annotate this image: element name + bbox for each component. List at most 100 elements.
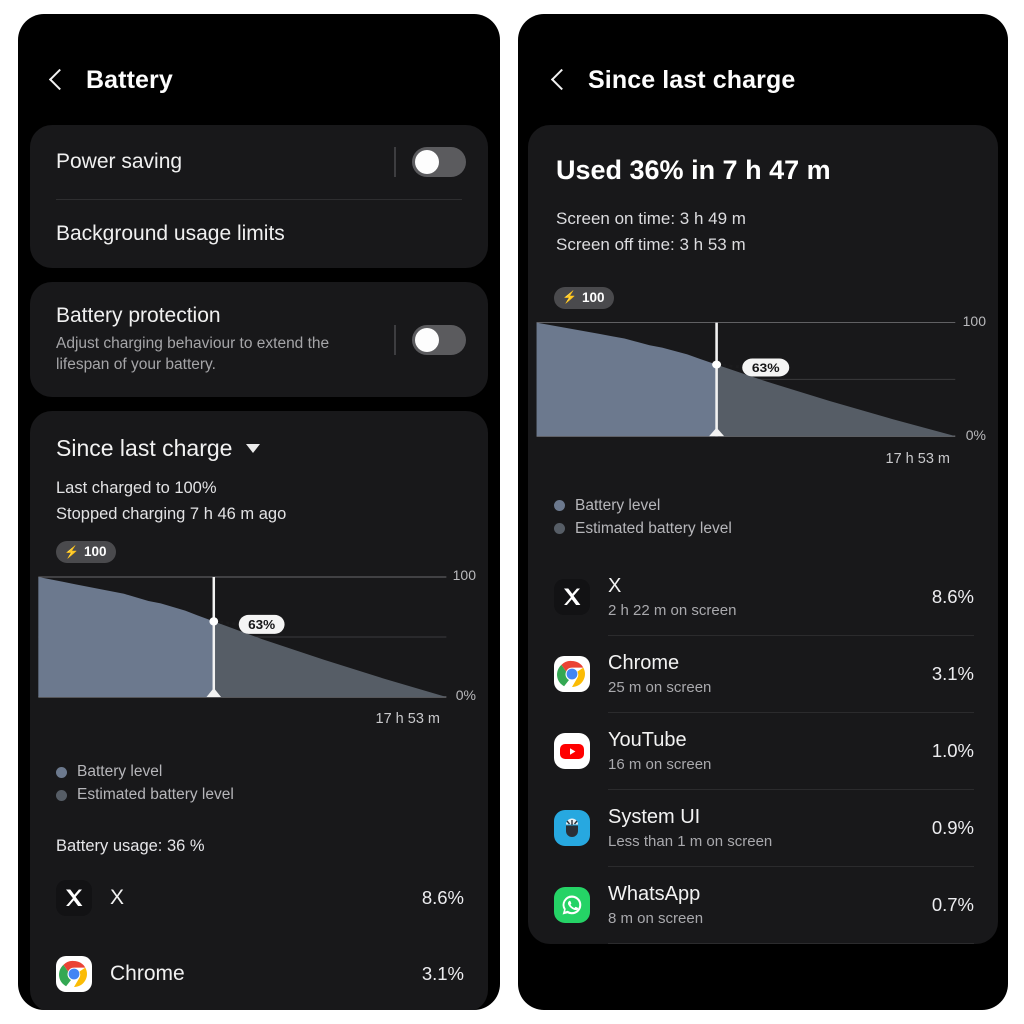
- app-row-text: Chrome: [110, 962, 404, 986]
- chart-area: 63% 100 0% 17 h 53 m: [30, 567, 488, 727]
- app-screen-time: 16 m on screen: [608, 755, 712, 773]
- setting-row-power-saving[interactable]: Power saving: [30, 125, 488, 199]
- settings-card: Power saving Background usage limits: [30, 125, 488, 268]
- app-usage-row[interactable]: WhatsApp 8 m on screen 0.7%: [528, 867, 998, 943]
- toggle-divider: [394, 324, 396, 355]
- app-row-text: System UI Less than 1 m on screen: [608, 806, 914, 850]
- chart-legend: Battery level Estimated battery level: [30, 745, 488, 815]
- app-battery-percent: 0.7%: [931, 893, 974, 915]
- app-row-text: YouTube 16 m on screen: [608, 729, 914, 773]
- legend-label: Battery level: [77, 763, 163, 781]
- setting-label: Background usage limits: [56, 222, 285, 245]
- app-name: X: [608, 574, 622, 597]
- right-app-list: X 2 h 22 m on screen 8.6% Chrome 25 m on scr…: [528, 559, 998, 944]
- chart-legend: Battery level Estimated battery level: [528, 479, 998, 549]
- legend-item: Estimated battery level: [56, 786, 488, 804]
- legend-item: Estimated battery level: [554, 520, 998, 538]
- charge-badge-label: 100: [581, 289, 605, 305]
- screenshot-stage: Battery Power saving Background usage li…: [0, 0, 1024, 1024]
- app-usage-row[interactable]: YouTube 16 m on screen 1.0%: [528, 713, 998, 789]
- battery-usage-total: Battery usage: 36 %: [56, 837, 205, 856]
- app-name: WhatsApp: [608, 882, 701, 905]
- right-appbar: Since last charge: [518, 14, 1008, 125]
- app-battery-percent: 8.6%: [421, 887, 464, 909]
- battery-chart-svg: 63%: [38, 576, 447, 699]
- legend-dot-estimated-level: [56, 789, 67, 801]
- setting-label: Power saving: [56, 150, 183, 173]
- app-name: Chrome: [608, 651, 680, 674]
- power-saving-toggle-wrap: [394, 147, 466, 177]
- toggle-knob: [415, 327, 439, 352]
- app-battery-percent: 1.0%: [931, 739, 974, 761]
- legend-item: Battery level: [56, 763, 488, 781]
- since-last-charge-lines: Last charged to 100% Stopped charging 7 …: [30, 476, 488, 535]
- app-name: Chrome: [110, 962, 185, 986]
- app-usage-row[interactable]: Chrome 3.1%: [30, 936, 488, 1010]
- app-screen-time: 2 h 22 m on screen: [608, 601, 737, 619]
- battery-protection-toggle[interactable]: [412, 324, 466, 355]
- since-last-charge-dropdown[interactable]: Since last charge: [30, 411, 488, 476]
- back-chevron-icon[interactable]: [546, 68, 572, 94]
- battery-chart-left: ⚡ 100 63% 100 0% 17 h 53 m Battery level: [30, 535, 488, 815]
- app-screen-time: 8 m on screen: [608, 909, 704, 927]
- battery-protection-description: Adjust charging behaviour to extend the …: [56, 335, 330, 373]
- x-app-icon: [56, 880, 92, 917]
- app-row-text: WhatsApp 8 m on screen: [608, 883, 914, 927]
- legend-dot-battery-level: [554, 500, 565, 512]
- app-name: X: [110, 886, 125, 910]
- setting-row-battery-protection[interactable]: Battery protection Adjust charging behav…: [30, 282, 488, 397]
- battery-protection-toggle-wrap: [394, 324, 466, 355]
- legend-label: Estimated battery level: [77, 786, 234, 804]
- app-usage-row[interactable]: X 8.6%: [30, 860, 488, 936]
- stopped-charging-text: Stopped charging 7 h 46 m ago: [56, 504, 287, 523]
- power-saving-toggle[interactable]: [412, 147, 466, 177]
- app-usage-row[interactable]: X 2 h 22 m on screen 8.6%: [528, 559, 998, 635]
- chevron-down-icon[interactable]: [246, 444, 261, 454]
- usage-headline: Used 36% in 7 h 47 m: [556, 155, 831, 185]
- app-row-text: Chrome 25 m on screen: [608, 652, 914, 696]
- charge-badge: ⚡ 100: [56, 541, 117, 564]
- system-ui-app-icon: [554, 809, 590, 846]
- toggle-divider: [394, 147, 396, 177]
- legend-dot-estimated-level: [554, 523, 565, 535]
- last-charged-text: Last charged to 100%: [56, 479, 217, 498]
- lightning-bolt-icon: ⚡: [562, 290, 577, 305]
- legend-label: Estimated battery level: [575, 519, 732, 537]
- axis-label-bottom: 0%: [455, 687, 476, 704]
- battery-protection-card: Battery protection Adjust charging behav…: [30, 282, 488, 398]
- battery-protection-label: Battery protection: [56, 304, 221, 327]
- screen-time-lines: Screen on time: 3 h 49 m Screen off time…: [528, 186, 998, 281]
- page-title: Since last charge: [588, 66, 796, 94]
- chrome-app-icon: [554, 655, 590, 692]
- since-last-charge-label: Since last charge: [56, 435, 233, 462]
- app-screen-time: 25 m on screen: [608, 678, 712, 696]
- app-screen-time: Less than 1 m on screen: [608, 832, 773, 850]
- chart-time-label: 17 h 53 m: [885, 450, 951, 467]
- screen-on-time: Screen on time: 3 h 49 m: [556, 209, 746, 228]
- left-app-list: X 8.6% Chrome 3.1%: [30, 860, 488, 1010]
- battery-chart-right: ⚡ 100 63% 100 0% 17 h 53 m Battery level: [528, 281, 998, 549]
- app-row-text: X 2 h 22 m on screen: [608, 575, 914, 619]
- axis-label-bottom: 0%: [965, 426, 986, 443]
- since-last-charge-card: Since last charge Last charged to 100% S…: [30, 411, 488, 1010]
- app-name: System UI: [608, 805, 701, 828]
- app-usage-row[interactable]: Chrome 25 m on screen 3.1%: [528, 636, 998, 712]
- summary-card: Used 36% in 7 h 47 m Screen on time: 3 h…: [528, 125, 998, 944]
- chrome-app-icon: [56, 956, 92, 993]
- since-last-charge-screen: Since last charge Used 36% in 7 h 47 m S…: [518, 14, 1008, 1010]
- charge-badge-label: 100: [83, 544, 107, 560]
- legend-item: Battery level: [554, 497, 998, 515]
- battery-chart-svg: 63%: [536, 321, 956, 437]
- youtube-app-icon: [554, 732, 590, 769]
- setting-row-background-usage-limits[interactable]: Background usage limits: [30, 200, 488, 268]
- legend-label: Battery level: [575, 496, 661, 514]
- app-usage-row[interactable]: System UI Less than 1 m on screen 0.9%: [528, 790, 998, 866]
- back-chevron-icon[interactable]: [44, 68, 70, 94]
- page-title: Battery: [86, 66, 173, 94]
- screen-off-time: Screen off time: 3 h 53 m: [556, 235, 746, 255]
- svg-text:63%: 63%: [752, 360, 780, 374]
- app-battery-percent: 3.1%: [421, 963, 464, 985]
- lightning-bolt-icon: ⚡: [64, 544, 79, 559]
- x-app-icon: [554, 578, 590, 615]
- chart-area: 63% 100 0% 17 h 53 m: [528, 313, 998, 467]
